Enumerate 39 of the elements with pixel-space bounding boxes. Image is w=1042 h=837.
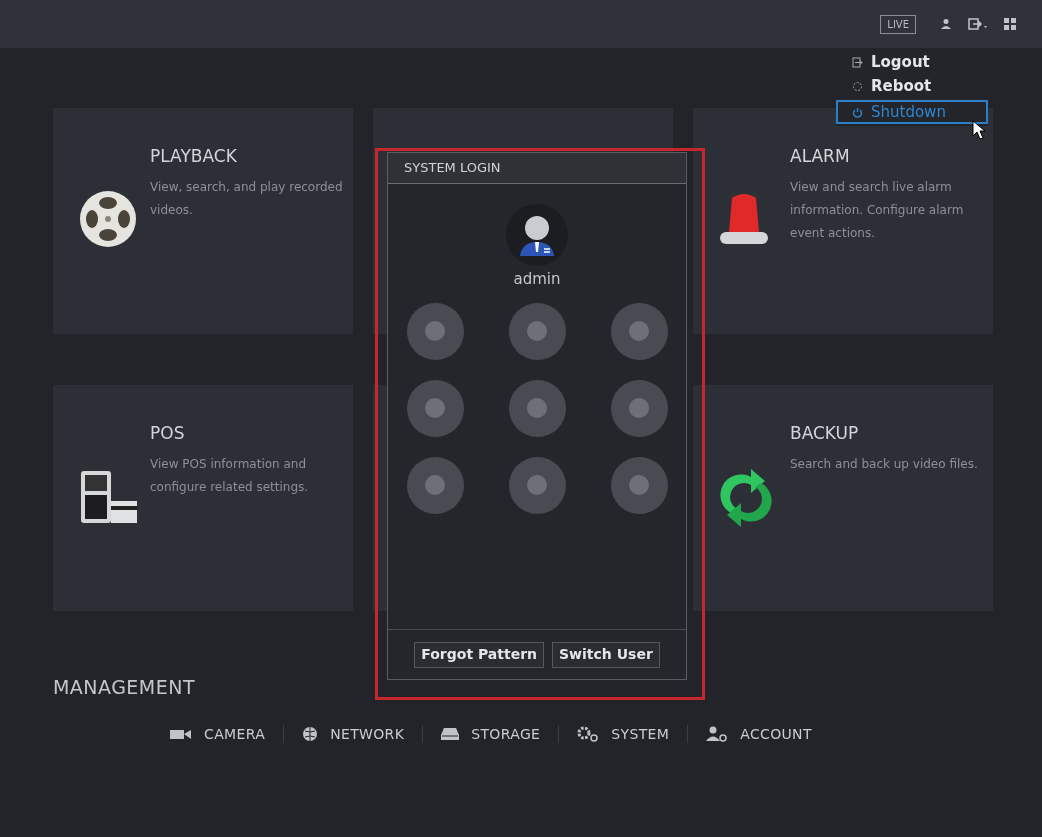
hard-drive-icon: [441, 727, 460, 741]
menu-item[interactable]: Reboot: [836, 74, 988, 98]
logout-icon: [852, 56, 863, 68]
module-title: ALARM: [790, 145, 851, 168]
module-card[interactable]: BACKUP Search and back up video files.: [693, 385, 993, 611]
module-card[interactable]: POS View POS information and configure related settings.: [53, 385, 353, 611]
module-card[interactable]: PLAYBACK View, search, and play recorded videos.: [53, 108, 353, 334]
module-description: View and search live alarm information. Configure alarm event actions.: [790, 178, 965, 242]
management-link[interactable]: NETWORK: [302, 723, 405, 745]
dialog-button[interactable]: Switch User: [552, 641, 660, 668]
module-title: POS: [150, 422, 186, 445]
logout-icon[interactable]: [968, 18, 988, 30]
reboot-icon: [852, 80, 863, 92]
camera-icon: [170, 728, 192, 740]
username: admin: [513, 269, 561, 290]
management-title: MANAGEMENT: [53, 675, 196, 700]
user-avatar-icon: [506, 204, 568, 266]
management-link[interactable]: CAMERA: [170, 723, 266, 745]
module-title: BACKUP: [790, 422, 860, 445]
live-button[interactable]: LIVE: [880, 14, 916, 34]
module-description: View POS information and configure related settings.: [150, 455, 310, 496]
menu-item[interactable]: Shutdown: [836, 100, 988, 124]
management-link[interactable]: SYSTEM: [577, 723, 670, 745]
gears-icon: [577, 726, 600, 742]
menu-item[interactable]: Logout: [836, 50, 988, 74]
module-description: View, search, and play recorded videos.: [150, 178, 344, 219]
globe-icon: [302, 726, 319, 742]
mouse-cursor-icon: [972, 120, 986, 140]
film-reel-icon: [77, 188, 139, 250]
dialog-title: SYSTEM LOGIN: [388, 153, 686, 184]
user-icon[interactable]: [940, 18, 952, 30]
management-link[interactable]: ACCOUNT: [706, 723, 812, 745]
grid-icon[interactable]: [1004, 18, 1016, 30]
management-link[interactable]: STORAGE: [441, 723, 541, 745]
power-icon: [852, 106, 863, 118]
user-settings-icon: [706, 726, 729, 742]
module-title: PLAYBACK: [150, 145, 238, 168]
dialog-button[interactable]: Forgot Pattern: [414, 641, 545, 668]
module-description: Search and back up video files.: [790, 455, 979, 473]
